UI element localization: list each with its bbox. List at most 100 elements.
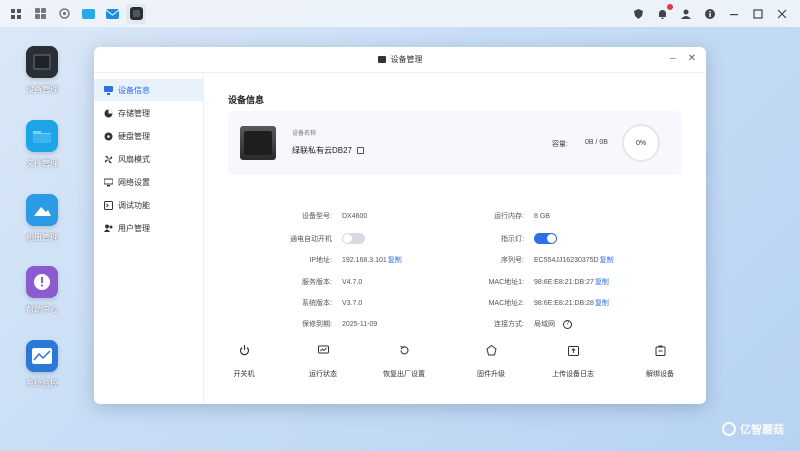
info-key: MAC地址2:: [488, 300, 524, 307]
info-row-memory: 运行内存: 8 GB: [456, 211, 550, 221]
info-key: 系统版本:: [302, 300, 332, 307]
window-titlebar: 设备管理 – ✕: [94, 47, 706, 73]
app-icon: [377, 56, 386, 63]
usage-ring: 0%: [622, 124, 660, 162]
info-key: 序列号:: [501, 257, 524, 264]
sidebar-item-debug[interactable]: 调试功能: [94, 194, 203, 216]
info-row-system-version: 系统版本: V3.7.0: [264, 298, 362, 308]
desktop-icon-help-center[interactable]: 帮助中心: [22, 266, 62, 315]
auto-power-on-toggle[interactable]: [342, 233, 365, 244]
copy-mac1-link[interactable]: 复制: [595, 277, 609, 287]
copy-ip-link[interactable]: 复制: [388, 255, 402, 265]
device-name-text: 绿联私有云DB27: [292, 146, 353, 155]
desktop-icon-label: 相册管理: [26, 233, 58, 242]
capacity-label: 容量:: [552, 141, 568, 148]
action-label: 运行状态: [309, 371, 337, 378]
info-key: 运行内存:: [494, 213, 524, 220]
sidebar-item-storage[interactable]: 存储管理: [94, 102, 203, 124]
device-manager-taskbar-icon[interactable]: [126, 3, 146, 24]
sidebar-item-fan[interactable]: 风扇模式: [94, 148, 203, 170]
sidebar-item-network[interactable]: 网络设置: [94, 171, 203, 193]
file-manager-taskbar-icon[interactable]: [78, 4, 98, 24]
info-key: 通电自动开机: [290, 235, 332, 243]
factory-reset-button[interactable]: 恢复出厂设置: [369, 343, 439, 379]
info-row-mac1: MAC地址1: 98:6E:E8:21:DB:27 复制: [456, 277, 609, 287]
window-close-icon[interactable]: ✕: [688, 53, 696, 64]
unbind-device-button[interactable]: 解绑设备: [625, 343, 695, 379]
fan-icon: [104, 155, 113, 164]
action-label: 恢复出厂设置: [383, 371, 425, 378]
upload-log-button[interactable]: 上传设备日志: [538, 343, 608, 379]
edit-icon[interactable]: [357, 147, 365, 154]
action-label: 开关机: [233, 371, 255, 378]
pie-chart-icon: [104, 109, 113, 118]
network-icon: [104, 178, 113, 187]
desktop-icon-label: 设备管理: [26, 85, 58, 94]
window-minimize-icon[interactable]: –: [670, 53, 676, 64]
notification-badge: 1: [667, 3, 673, 10]
users-icon: [104, 224, 113, 233]
close-icon[interactable]: [774, 6, 790, 22]
info-value: EC554JJ16230375D: [534, 256, 599, 264]
section-title: 设备信息: [228, 95, 265, 105]
sidebar-item-users[interactable]: 用户管理: [94, 217, 203, 239]
sidebar-item-device-info[interactable]: 设备信息: [94, 79, 203, 101]
maximize-icon[interactable]: [750, 6, 766, 22]
monitor-icon: [316, 343, 330, 357]
user-icon[interactable]: [678, 6, 694, 22]
sidebar: 设备信息 存储管理 硬盘管理 风扇模式 网络设置 调试功能 用户管理: [94, 73, 204, 404]
info-icon[interactable]: [702, 6, 718, 22]
desktop-icon-label: 文件管理: [26, 159, 58, 168]
launcher-icon[interactable]: [6, 4, 26, 24]
info-key: 服务版本:: [302, 279, 332, 286]
desktop-icon-photo-manager[interactable]: 相册管理: [22, 194, 62, 243]
info-value: 8 GB: [534, 212, 550, 220]
info-row-connection: 连接方式: 局域网 ?: [456, 319, 572, 329]
settings-gear-icon[interactable]: [54, 4, 74, 24]
desktop-icon-file-manager[interactable]: 文件管理: [22, 120, 62, 169]
run-status-button[interactable]: 运行状态: [288, 343, 358, 379]
help-question-icon[interactable]: ?: [563, 319, 572, 329]
monitor-chart-icon: [26, 340, 58, 372]
info-row-service-version: 服务版本: V4.7.0: [264, 277, 362, 287]
apps-grid-icon[interactable]: [30, 4, 50, 24]
indicator-light-toggle[interactable]: [534, 233, 557, 244]
firmware-upgrade-button[interactable]: 固件升级: [456, 343, 526, 379]
sidebar-item-label: 调试功能: [118, 200, 150, 210]
info-row-indicator-light: 指示灯:: [456, 233, 557, 244]
info-row-ip: IP地址: 192.168.3.101 复制: [264, 255, 402, 265]
sidebar-item-disk[interactable]: 硬盘管理: [94, 125, 203, 147]
device-card: 设备名称 绿联私有云DB27 容量: 0B / 0B 0%: [228, 111, 682, 175]
power-button[interactable]: 开关机: [209, 343, 279, 379]
nas-device-image: [240, 126, 276, 160]
copy-mac2-link[interactable]: 复制: [595, 298, 609, 308]
bell-icon[interactable]: 1: [654, 3, 673, 22]
desktop-icon-system-monitor[interactable]: 系统监控: [22, 340, 62, 389]
device-manager-icon: [26, 46, 58, 78]
sidebar-item-label: 风扇模式: [118, 154, 150, 164]
upload-log-icon: [566, 343, 580, 357]
watermark-logo-icon: [722, 422, 736, 436]
photo-mountain-icon: [26, 194, 58, 226]
minimize-icon[interactable]: [726, 6, 742, 22]
info-row-serial: 序列号: EC554JJ16230375D 复制: [456, 255, 614, 265]
upgrade-icon: [484, 343, 498, 357]
window-title: 设备管理: [390, 55, 423, 64]
sidebar-item-label: 用户管理: [118, 223, 150, 233]
taskbar: 1: [0, 0, 800, 27]
action-label: 解绑设备: [646, 371, 674, 378]
info-key: 连接方式:: [494, 321, 524, 328]
main-panel: 设备信息 设备名称 绿联私有云DB27 容量: 0B / 0B 0% 设备型号:…: [204, 73, 706, 404]
desktop-icon-device-manager[interactable]: 设备管理: [22, 46, 62, 95]
info-value: DX4600: [342, 212, 368, 220]
mail-taskbar-icon[interactable]: [102, 4, 122, 24]
info-value: 98:6E:E8:21:DB:28: [534, 299, 594, 307]
computer-icon: [104, 85, 113, 95]
folder-icon: [26, 120, 58, 152]
shield-icon[interactable]: [630, 6, 646, 22]
info-row-mac2: MAC地址2: 98:6E:E8:21:DB:28 复制: [456, 298, 609, 308]
device-name-label: 设备名称: [292, 131, 317, 137]
action-label: 上传设备日志: [552, 371, 594, 378]
device-name: 绿联私有云DB27: [292, 145, 365, 156]
copy-serial-link[interactable]: 复制: [600, 255, 614, 265]
